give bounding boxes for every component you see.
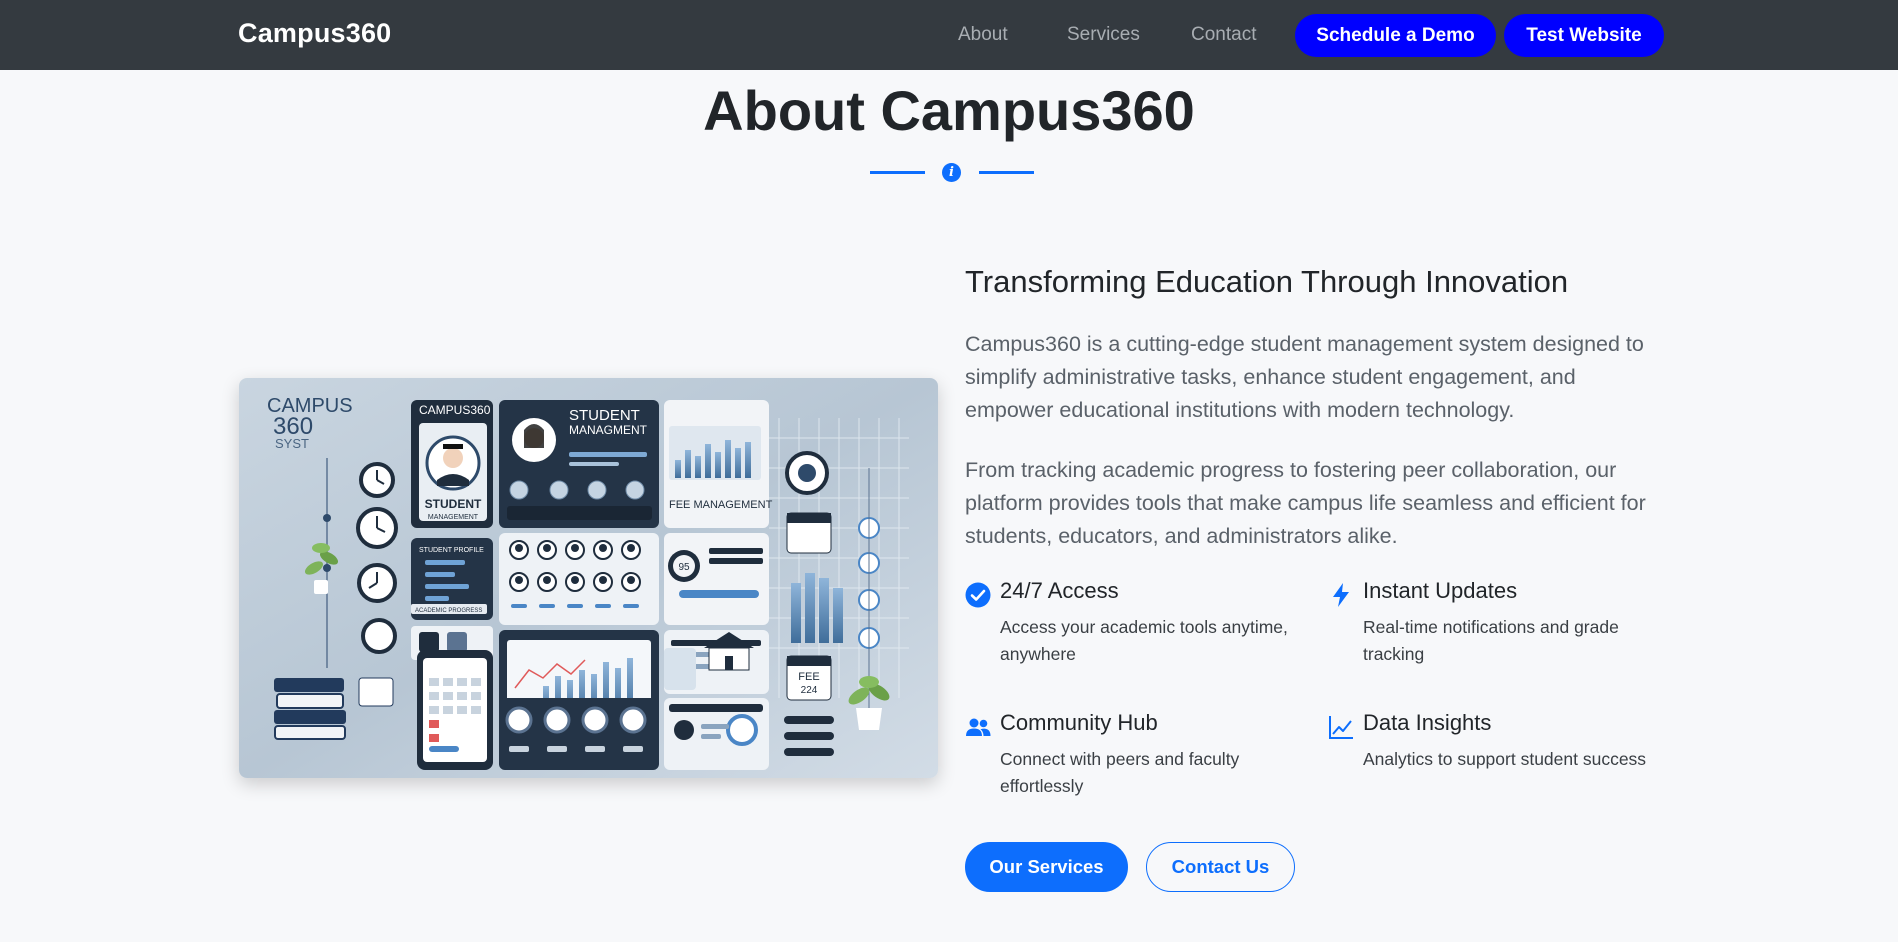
feature-title: 24/7 Access [1000, 578, 1119, 603]
divider-line-left [870, 171, 925, 174]
section-title: About Campus360 [703, 79, 1195, 142]
feature-description: Access your academic tools anytime, anyw… [1000, 617, 1288, 664]
illus-managment-label: MANAGMENT [569, 423, 648, 437]
top-navbar: Campus360 About Services Contact Schedul… [0, 0, 1898, 70]
campus360-dashboard-illustration: CAMPUS 360 SYST CAMPUS360 STUDENT MANAGE… [239, 378, 938, 778]
test-website-button[interactable]: Test Website [1504, 14, 1664, 57]
check-circle-icon [965, 582, 991, 608]
feature-description: Connect with peers and faculty effortles… [1000, 749, 1240, 796]
illus-academic-label: ACADEMIC PROGRESS [415, 608, 482, 614]
nav-link-about[interactable]: About [958, 24, 1008, 46]
feature-title: Community Hub [1000, 710, 1158, 735]
illus-fee-card-number: 224 [801, 685, 818, 696]
illus-fee-label: FEE MANAGEMENT [669, 499, 773, 511]
illus-brand-label: CAMPUS360 [419, 403, 491, 417]
contact-us-button[interactable]: Contact Us [1146, 842, 1295, 892]
feature-description: Real-time notifications and grade tracki… [1363, 617, 1619, 664]
brand-logo[interactable]: Campus360 [238, 18, 391, 49]
divider-line-right [979, 171, 1034, 174]
people-icon [966, 718, 991, 736]
info-icon: i [942, 163, 961, 182]
title-divider: i [870, 162, 1034, 182]
about-paragraph-2: From tracking academic progress to foste… [965, 458, 1646, 548]
schedule-demo-button[interactable]: Schedule a Demo [1295, 14, 1496, 57]
about-paragraph-1: Campus360 is a cutting-edge student mana… [965, 332, 1644, 422]
feature-title: Data Insights [1363, 710, 1492, 735]
illus-fee-card-label: FEE [798, 671, 819, 683]
illus-student-profile-label: STUDENT PROFILE [419, 547, 484, 554]
illus-student-mgmt-label: STUDENT [569, 407, 640, 424]
nav-link-contact[interactable]: Contact [1191, 24, 1256, 46]
illus-management-label: MANAGEMENT [428, 514, 479, 521]
feature-description: Analytics to support student success [1363, 749, 1647, 769]
illus-student-label: STUDENT [425, 497, 482, 511]
line-chart-icon [1329, 716, 1353, 739]
illus-syst-text: SYST [275, 436, 309, 451]
nav-link-services[interactable]: Services [1067, 24, 1140, 46]
about-heading: Transforming Education Through Innovatio… [965, 264, 1569, 299]
illus-gauge-value: 95 [678, 562, 690, 573]
feature-title: Instant Updates [1363, 578, 1518, 603]
lightning-icon [1333, 583, 1349, 607]
our-services-button[interactable]: Our Services [965, 842, 1128, 892]
